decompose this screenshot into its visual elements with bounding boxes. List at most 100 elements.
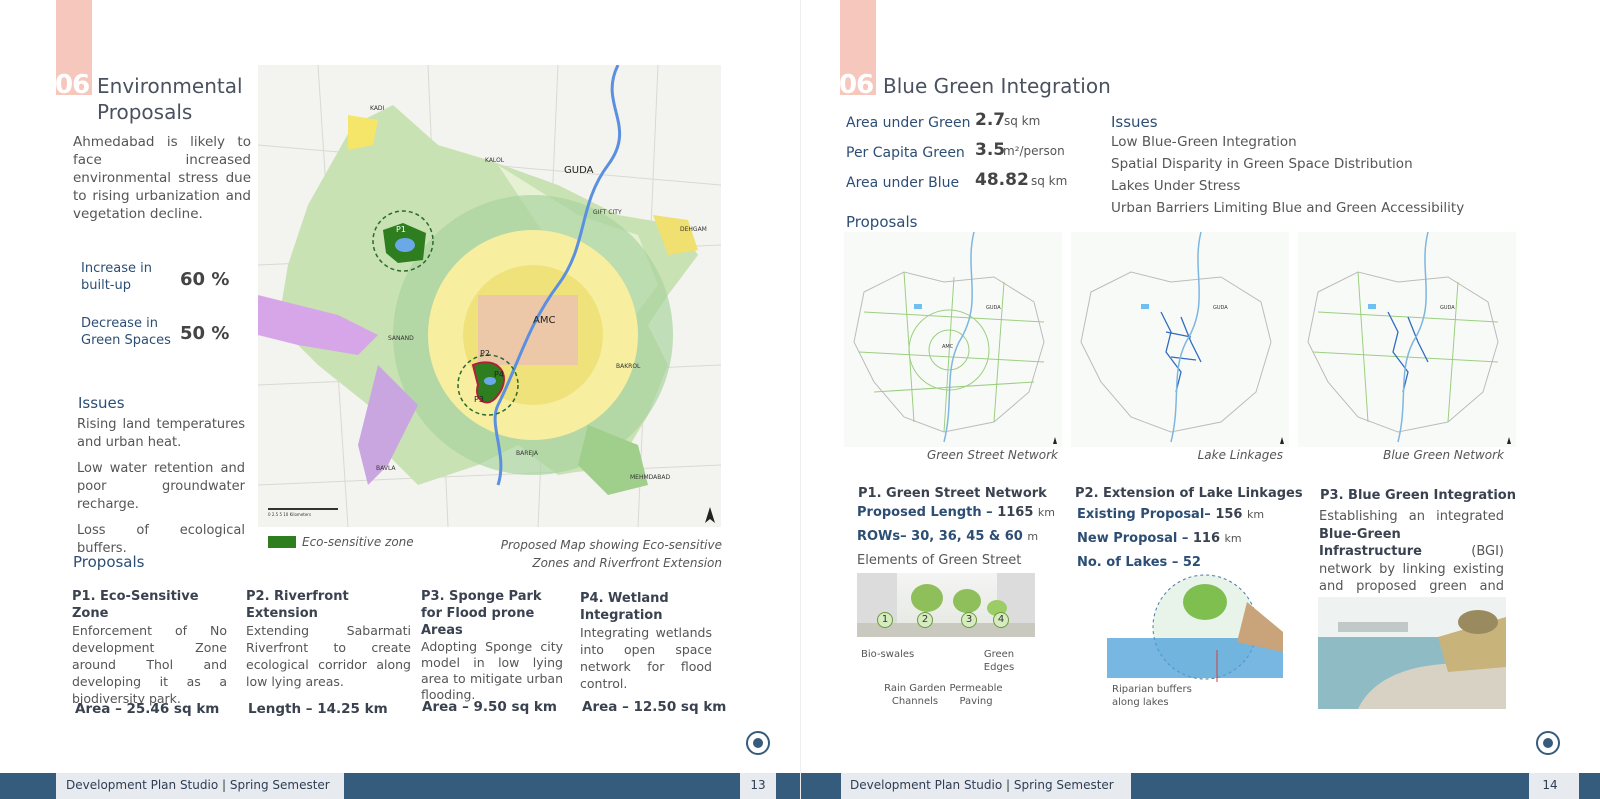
- page-title: Environmental Proposals: [97, 73, 243, 125]
- map-label-p1: P1: [396, 225, 406, 234]
- proposal-desc: Adopting Sponge city model in low lying …: [421, 639, 563, 702]
- map-label-kadi: KADI: [370, 105, 385, 112]
- proposal-title: P1. Eco-Sensitive Zone: [72, 589, 199, 621]
- element-marker: 4: [993, 612, 1009, 628]
- mini-map-graphic: [1307, 231, 1511, 444]
- issue-item: Spatial Disparity in Green Space Distrib…: [1111, 156, 1413, 172]
- issues-list: Rising land temperatures and urban heat.…: [77, 416, 245, 558]
- label-bioswales: Bio-swales: [861, 649, 915, 660]
- page-13: 06 Environmental Proposals Ahmedabad is …: [0, 0, 800, 799]
- label-permeable-paving: Permeable Paving: [949, 683, 1003, 707]
- studio-logo-icon: [746, 731, 770, 755]
- issues-heading: Issues: [78, 394, 125, 412]
- element-markers: 1 2 3 4: [857, 612, 1035, 632]
- map-blue-green-network: GUDA: [1298, 231, 1516, 447]
- proposals-heading: Proposals: [73, 553, 145, 571]
- element-marker: 3: [961, 612, 977, 628]
- proposal-desc: Enforcement of No development Zone aroun…: [72, 623, 227, 706]
- proposal-title: P3. Sponge Park for Flood prone Areas: [421, 589, 542, 638]
- page-number: 14: [1542, 778, 1558, 792]
- proposal-p1: P1. Eco-Sensitive Zone Enforcement of No…: [72, 588, 227, 707]
- map-label-gift-city: GIFT CITY: [593, 209, 622, 216]
- issue-item: Low Blue-Green Integration: [1111, 134, 1297, 150]
- footer-bar: [776, 773, 800, 799]
- mini-map-label: GUDA: [1213, 305, 1228, 311]
- stat-row: Area under Blue 48.82 sq km: [846, 170, 1068, 191]
- stats-block: Area under Green 2.7 sq km Per Capita Gr…: [846, 110, 1106, 202]
- label-riparian: Riparian buffers along lakes: [1112, 684, 1192, 708]
- lake-buffer-illustration: [1107, 572, 1283, 682]
- footer: Development Plan Studio | Spring Semeste…: [0, 773, 800, 799]
- map-label-bareja: BAREJA: [516, 450, 538, 457]
- footer-bar: [1131, 773, 1529, 799]
- proposal-title: P4. Wetland Integration: [580, 591, 669, 623]
- intro-text: Ahmedabad is likely to face increased en…: [73, 134, 251, 222]
- map-label-kalol: KALOL: [485, 157, 505, 164]
- issues-list: Low Blue-Green Integration Spatial Dispa…: [1111, 131, 1464, 219]
- map-label-amc: AMC: [533, 315, 556, 326]
- proposal-p3: P3. Sponge Park for Flood prone Areas Ad…: [421, 588, 563, 703]
- lake-buffer-graphic: [1107, 574, 1283, 682]
- mini-map-graphic: [1080, 231, 1284, 444]
- issue-item: Urban Barriers Limiting Blue and Green A…: [1111, 200, 1465, 216]
- page-title-line1: Environmental: [97, 74, 243, 98]
- footer-bar: [344, 773, 740, 799]
- legend-label: Eco-sensitive zone: [302, 535, 414, 549]
- stat-value: 50 %: [180, 323, 230, 344]
- proposal-p4: P4. Wetland Integration Integrating wetl…: [580, 590, 712, 692]
- lake-existing: Existing Proposal– 156 km: [1077, 507, 1265, 522]
- proposal-title: P2. Extension of Lake Linkages: [1075, 486, 1303, 501]
- element-marker: 2: [917, 612, 933, 628]
- green-street-elements: Elements of Green Street: [857, 553, 1022, 568]
- issue-item: Rising land temperatures and urban heat.: [77, 417, 245, 450]
- map-label-guda: GUDA: [564, 165, 594, 176]
- stat-row: Per Capita Green 3.5 m²/person: [846, 140, 1065, 161]
- proposal-p2: P2. Riverfront Extension Extending Sabar…: [246, 588, 411, 690]
- mini-map-label: AMC: [942, 344, 954, 350]
- element-marker: 1: [877, 612, 893, 628]
- studio-logo-icon: [1536, 731, 1560, 755]
- footer: Development Plan Studio | Spring Semeste…: [801, 773, 1600, 799]
- map-label-p4: P4: [494, 370, 504, 379]
- footer-bar: [801, 773, 841, 799]
- proposal-title: P1. Green Street Network: [858, 486, 1047, 501]
- label-rain-garden: Rain Garden Channels: [884, 683, 946, 707]
- page-title: Blue Green Integration: [883, 74, 1111, 98]
- proposal-title: P2. Riverfront Extension: [246, 589, 349, 621]
- label-green-edges: Green Edges: [983, 649, 1015, 673]
- map-label-sanand: SANAND: [388, 335, 414, 342]
- proposal-metric: Length – 14.25 km: [248, 701, 388, 717]
- proposal-desc: Integrating wetlands into open space net…: [580, 625, 712, 691]
- page-number: 13: [750, 778, 766, 792]
- mini-map-label: GUDA: [986, 305, 1001, 311]
- page-title-line2: Proposals: [97, 100, 193, 124]
- map-caption: Blue Green Network: [1383, 448, 1504, 462]
- page-14: 06 Blue Green Integration Area under Gre…: [800, 0, 1600, 799]
- section-number: 06: [839, 70, 874, 100]
- proposals-heading: Proposals: [846, 213, 918, 231]
- green-street-length: Proposed Length – 1165 km: [857, 505, 1055, 520]
- proposal-title: P3. Blue Green Integration: [1320, 488, 1516, 503]
- map-label-p2: P2: [480, 349, 490, 358]
- proposed-map: KADI KALOL GUDA GIFT CITY DEHGAM AMC SAN…: [258, 65, 721, 527]
- lake-new: New Proposal – 116 km: [1077, 531, 1242, 546]
- issues-heading: Issues: [1111, 113, 1158, 131]
- map-caption: Lake Linkages: [1197, 448, 1283, 462]
- mini-map-label: GUDA: [1440, 305, 1455, 311]
- proposal-metric: Area – 9.50 sq km: [422, 699, 557, 715]
- mini-map-graphic: [853, 231, 1057, 444]
- proposal-desc: Extending Sabarmati Riverfront to create…: [246, 623, 411, 689]
- bgi-illustration: [1318, 597, 1506, 709]
- map-green-street: GUDA AMC: [844, 231, 1062, 447]
- footer-text: Development Plan Studio | Spring Semeste…: [66, 778, 330, 792]
- map-caption: Proposed Map showing Eco-sensitive Zones…: [500, 538, 722, 570]
- stat-row: Area under Green 2.7 sq km: [846, 110, 1041, 131]
- map-label-bavla: BAVLA: [376, 465, 396, 472]
- map-label-mehmdabad: MEHMDABAD: [630, 474, 671, 481]
- map-graphic: [258, 65, 721, 527]
- map-scale-text: 0 2.5 5 10 Kilometers: [268, 512, 312, 517]
- footer-text: Development Plan Studio | Spring Semeste…: [850, 778, 1114, 792]
- bgi-graphic: [1318, 597, 1506, 709]
- section-number: 06: [55, 70, 90, 100]
- map-lake-linkages: GUDA: [1071, 231, 1289, 447]
